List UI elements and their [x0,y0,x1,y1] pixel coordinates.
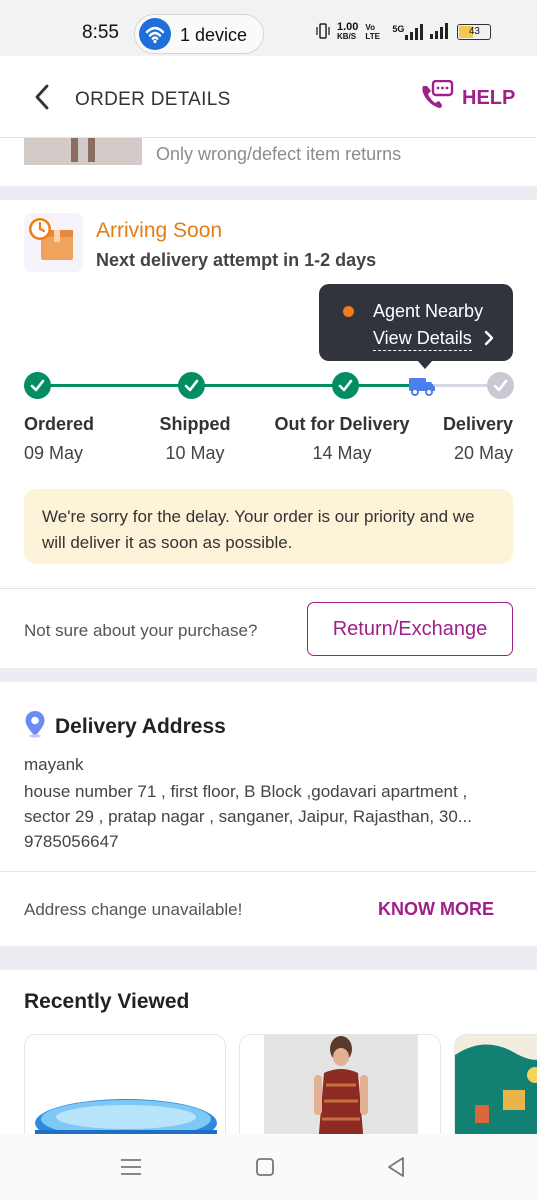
return-question: Not sure about your purchase? [24,621,258,640]
divider [0,588,537,589]
signal-icon [430,22,450,42]
product-image [240,1035,440,1143]
status-time: 8:55 [82,22,119,43]
step-shipped-check-icon [178,372,205,399]
step-date: 14 May [312,443,372,463]
recent-apps-icon[interactable] [120,1158,142,1181]
step-delivery: Delivery 20 May [431,414,513,464]
address-change-note: Address change unavailable! [24,900,243,919]
hotspot-icon [139,18,171,50]
agent-status: Agent Nearby [373,301,484,321]
recently-viewed-title: Recently Viewed [24,990,190,1013]
section-gap [0,186,537,200]
tracking-progress [0,372,537,400]
section-gap [0,946,537,970]
step-ordered-check-icon [24,372,51,399]
step-date: 09 May [24,443,84,463]
step-name: Ordered [24,414,95,434]
back-arrow-icon[interactable] [30,82,54,112]
step-date: 20 May [453,443,513,463]
agent-tooltip: Agent Nearby View Details [319,284,513,369]
product-summary: Only wrong/defect item returns [0,138,537,186]
back-nav-icon[interactable] [386,1156,406,1183]
step-date: 10 May [165,443,225,463]
progress-line-done [37,384,421,387]
step-name: Delivery [442,414,513,434]
address-line-2: sector 29 , pratap nagar , sanganer, Jai… [24,807,472,826]
help-chat-icon [420,79,454,116]
signal-5g-icon: 5G [392,24,424,40]
vibrate-icon [316,22,330,43]
product-image [455,1035,537,1143]
step-name: Shipped [159,414,231,434]
status-indicators: 1.00 KB/S Vo LTE 5G 43 [316,20,492,44]
product-image[interactable] [24,138,142,165]
know-more-link[interactable]: KNOW MORE [378,899,494,920]
step-name: Out for Delivery [274,414,410,434]
step-ordered: Ordered 09 May [24,414,94,464]
package-icon [24,213,83,272]
recently-viewed-item[interactable] [239,1034,441,1144]
volte-label: Vo LTE [365,23,380,41]
section-gap [0,668,537,682]
system-nav-bar [0,1134,537,1200]
return-exchange-button[interactable]: Return/Exchange [307,602,513,656]
recently-viewed-item[interactable] [24,1034,226,1144]
delivery-address-heading: Delivery Address [24,710,226,744]
app-header: ORDER DETAILS HELP [0,56,537,138]
view-details-link[interactable]: View Details [373,328,472,351]
recently-viewed-item[interactable] [454,1034,537,1144]
status-bar: 8:55 1 device 1.00 KB/S Vo LTE 5G 43 [0,0,537,56]
product-image [25,1035,225,1143]
network-speed: 1.00 KB/S [337,21,359,42]
returns-policy-note: Only wrong/defect item returns [156,144,402,164]
tooltip-pointer [417,360,433,369]
battery-icon: 43 [457,24,492,40]
step-out-for-delivery-check-icon [332,372,359,399]
location-pin-icon [24,710,46,744]
address-line-1: house number 71 , first floor, B Block ,… [24,782,468,801]
delivery-truck-icon [408,375,436,402]
help-label: HELP [462,86,516,109]
divider [0,871,537,872]
device-pill[interactable]: 1 device [134,14,264,54]
recipient-phone: 9785056647 [24,832,119,851]
help-button[interactable]: HELP [420,79,516,116]
arrival-status: Arriving Soon [96,219,223,242]
arrival-subtitle: Next delivery attempt in 1-2 days [96,250,377,270]
home-icon[interactable] [255,1157,275,1182]
delivery-address-title: Delivery Address [55,715,226,738]
recipient-name: mayank [24,755,84,774]
device-pill-label: 1 device [180,25,248,45]
page-title: ORDER DETAILS [75,89,231,110]
delay-message: We're sorry for the delay. Your order is… [24,489,513,564]
step-out-for-delivery: Out for Delivery 14 May [268,414,416,464]
chevron-right-icon[interactable] [484,330,494,351]
step-shipped: Shipped 10 May [154,414,236,464]
step-delivery-check-icon [487,372,514,399]
agent-status-dot [343,306,354,317]
